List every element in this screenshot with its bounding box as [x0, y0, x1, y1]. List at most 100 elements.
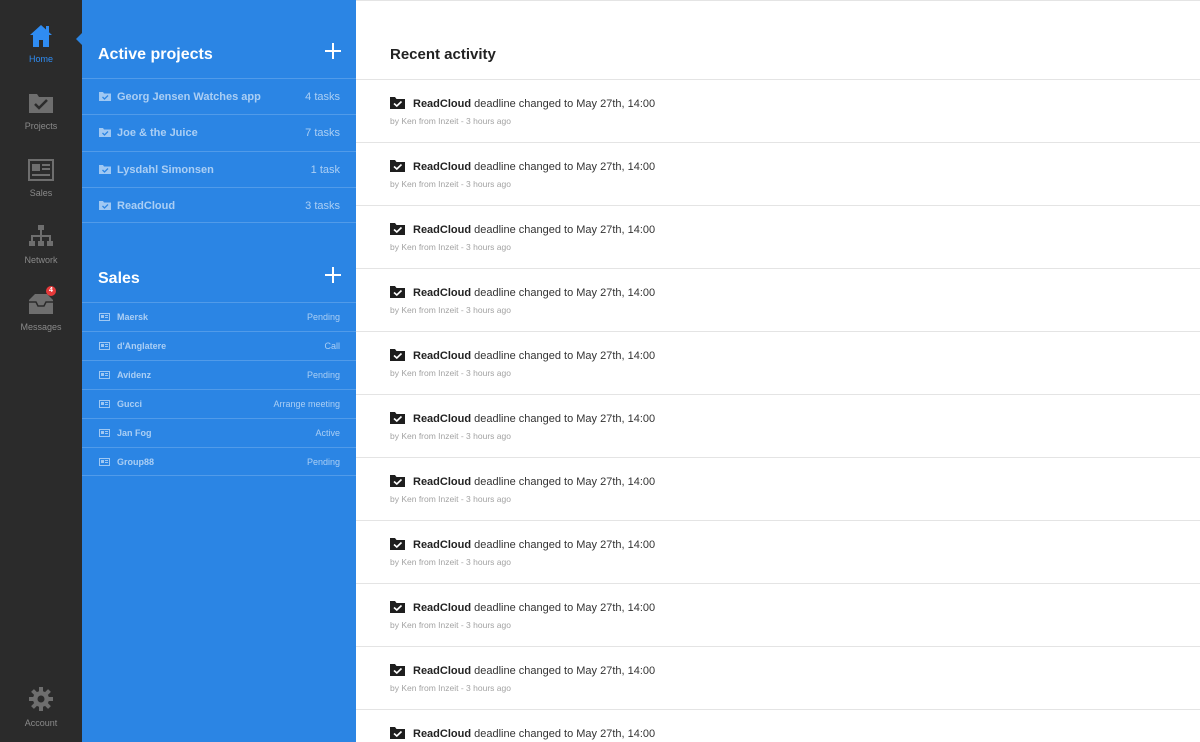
sales-card-icon: [99, 458, 110, 466]
messages-badge: 4: [46, 286, 56, 296]
folder-check-icon: [99, 92, 111, 101]
activity-text: ReadCloud deadline changed to May 27th, …: [413, 224, 655, 236]
activity-item[interactable]: ReadCloud deadline changed to May 27th, …: [356, 205, 1200, 268]
sales-name: Gucci: [117, 399, 143, 409]
sales-header: Sales: [82, 258, 356, 298]
folder-check-icon: [99, 200, 111, 210]
sales-status: Call: [324, 341, 340, 351]
rail-label-sales: Sales: [29, 188, 53, 198]
sales-row[interactable]: d'Anglatere Call: [82, 331, 356, 360]
activity-item[interactable]: ReadCloud deadline changed to May 27th, …: [356, 79, 1200, 142]
sales-list: Maersk Pending d'Anglatere Call Avidenz …: [82, 302, 356, 476]
sales-row[interactable]: Maersk Pending: [82, 302, 356, 331]
rail-item-projects[interactable]: Projects: [0, 89, 82, 149]
sales-name: d'Anglatere: [117, 341, 167, 351]
activity-item[interactable]: ReadCloud deadline changed to May 27th, …: [356, 268, 1200, 331]
rail-item-home[interactable]: Home: [0, 22, 82, 82]
activity-item[interactable]: ReadCloud deadline changed to May 27th, …: [356, 331, 1200, 394]
sales-card-icon: [99, 400, 110, 408]
activity-description: deadline changed to May 27th, 14:00: [474, 476, 656, 488]
activity-project[interactable]: ReadCloud: [413, 602, 471, 614]
activity-meta: by Ken from Inzeit - 3 hours ago: [390, 431, 511, 441]
activity-meta: by Ken from Inzeit - 3 hours ago: [390, 305, 511, 315]
activity-project[interactable]: ReadCloud: [413, 665, 471, 677]
rail-label-projects: Projects: [24, 121, 58, 131]
sales-title: Sales: [98, 270, 140, 287]
activity-project[interactable]: ReadCloud: [413, 350, 471, 362]
rail-item-network[interactable]: Network: [0, 223, 82, 283]
activity-project[interactable]: ReadCloud: [413, 98, 471, 110]
project-name: Georg Jensen Watches app: [117, 91, 261, 103]
activity-item[interactable]: ReadCloud deadline changed to May 27th, …: [356, 583, 1200, 646]
activity-meta: by Ken from Inzeit - 3 hours ago: [390, 494, 511, 504]
project-name: Joe & the Juice: [117, 127, 198, 140]
sales-status: Active: [315, 428, 340, 438]
folder-check-icon: [99, 128, 111, 138]
gear-icon: [29, 687, 53, 711]
project-list: Georg Jensen Watches app 4 tasks Joe & t…: [82, 78, 356, 224]
rail-item-account[interactable]: Account: [0, 686, 82, 742]
sales-name: Group88: [117, 457, 155, 467]
rail-label-home: Home: [28, 54, 53, 64]
icon-rail: Home Projects Sales Network 4 Messages A…: [0, 0, 82, 742]
sales-name: Maersk: [117, 312, 149, 322]
activity-meta: by Ken from Inzeit - 3 hours ago: [390, 620, 511, 630]
folder-check-icon: [390, 223, 405, 235]
project-name: Lysdahl Simonsen: [117, 163, 214, 176]
sales-name: Avidenz: [117, 370, 152, 380]
folder-check-icon: [29, 94, 53, 113]
activity-meta: by Ken from Inzeit - 3 hours ago: [390, 116, 511, 126]
activity-project[interactable]: ReadCloud: [413, 413, 471, 425]
folder-check-icon: [390, 412, 405, 424]
folder-check-icon: [390, 601, 405, 613]
activity-project[interactable]: ReadCloud: [413, 728, 471, 740]
activity-meta: by Ken from Inzeit - 3 hours ago: [390, 557, 511, 567]
activity-project[interactable]: ReadCloud: [413, 161, 471, 173]
add-sale-button[interactable]: [324, 266, 342, 284]
project-task-count: 1 task: [310, 163, 340, 176]
activity-description: deadline changed to May 27th, 14:00: [474, 287, 656, 299]
activity-project[interactable]: ReadCloud: [413, 224, 471, 236]
activity-item[interactable]: ReadCloud deadline changed to May 27th, …: [356, 709, 1200, 742]
project-task-count: 7 tasks: [305, 127, 340, 140]
folder-check-icon: [390, 727, 405, 739]
rail-label-messages: Messages: [20, 322, 62, 332]
network-icon: [29, 225, 53, 246]
sales-row[interactable]: Gucci Arrange meeting: [82, 389, 356, 418]
home-icon: [30, 25, 52, 47]
activity-text: ReadCloud deadline changed to May 27th, …: [413, 476, 655, 488]
add-project-button[interactable]: [324, 42, 342, 60]
activity-text: ReadCloud deadline changed to May 27th, …: [413, 728, 655, 740]
activity-text: ReadCloud deadline changed to May 27th, …: [413, 602, 655, 614]
folder-check-icon: [390, 160, 405, 172]
sales-status: Pending: [306, 457, 340, 467]
activity-item[interactable]: ReadCloud deadline changed to May 27th, …: [356, 646, 1200, 709]
project-row[interactable]: Joe & the Juice 7 tasks: [82, 114, 356, 150]
activity-item[interactable]: ReadCloud deadline changed to May 27th, …: [356, 142, 1200, 205]
activity-item[interactable]: ReadCloud deadline changed to May 27th, …: [356, 394, 1200, 457]
sales-row[interactable]: Group88 Pending: [82, 447, 356, 476]
project-row[interactable]: Georg Jensen Watches app 4 tasks: [82, 78, 356, 114]
activity-text: ReadCloud deadline changed to May 27th, …: [413, 98, 655, 110]
sales-row[interactable]: Avidenz Pending: [82, 360, 356, 389]
folder-check-icon: [390, 349, 405, 361]
activity-description: deadline changed to May 27th, 14:00: [474, 161, 656, 173]
activity-description: deadline changed to May 27th, 14:00: [474, 728, 656, 740]
sales-row[interactable]: Jan Fog Active: [82, 418, 356, 447]
activity-description: deadline changed to May 27th, 14:00: [474, 98, 656, 110]
project-row[interactable]: ReadCloud 3 tasks: [82, 186, 356, 224]
activity-project[interactable]: ReadCloud: [413, 476, 471, 488]
folder-check-icon: [390, 286, 405, 298]
activity-item[interactable]: ReadCloud deadline changed to May 27th, …: [356, 457, 1200, 520]
rail-item-sales[interactable]: Sales: [0, 156, 82, 216]
activity-project[interactable]: ReadCloud: [413, 539, 471, 551]
main-content: Recent activity ReadCloud deadline chang…: [356, 0, 1200, 742]
sales-status: Pending: [306, 312, 340, 322]
rail-item-messages[interactable]: 4 Messages: [0, 286, 82, 350]
project-row[interactable]: Lysdahl Simonsen 1 task: [82, 150, 356, 187]
activity-description: deadline changed to May 27th, 14:00: [474, 602, 656, 614]
activity-item[interactable]: ReadCloud deadline changed to May 27th, …: [356, 520, 1200, 583]
rail-label-account: Account: [24, 718, 58, 728]
activity-text: ReadCloud deadline changed to May 27th, …: [413, 287, 655, 299]
activity-project[interactable]: ReadCloud: [413, 287, 471, 299]
